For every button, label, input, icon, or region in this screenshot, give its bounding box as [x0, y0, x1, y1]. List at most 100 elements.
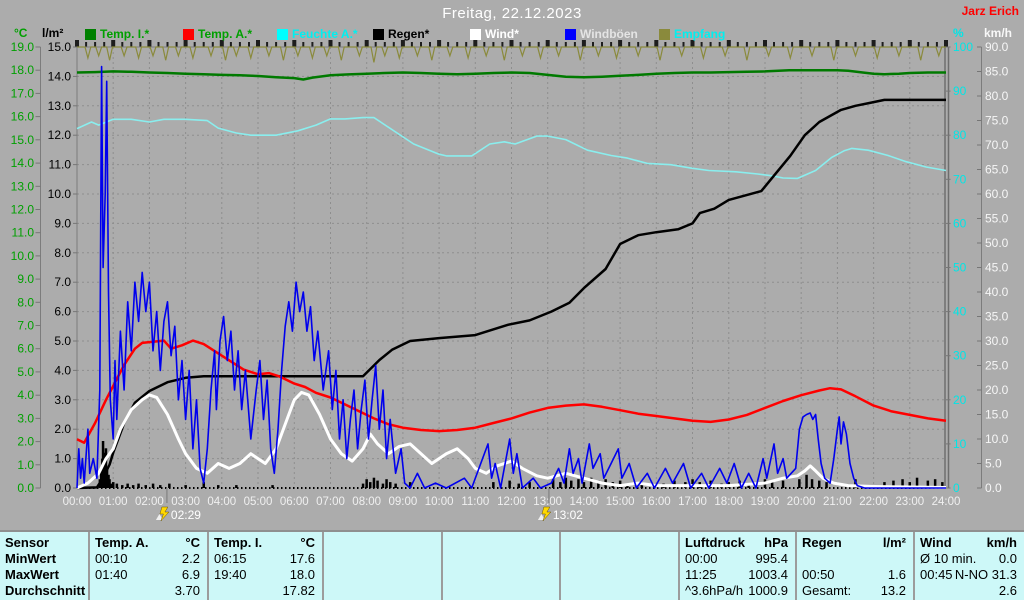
axis-rain_lm2-tick-label: 7.0 [54, 275, 71, 289]
summary-header-empty-3 [561, 535, 678, 551]
summary-col-labels: Sensor MinWert MaxWert Durchschnitt [0, 532, 88, 600]
summary-value-row: 06:15 17.6 [214, 551, 315, 566]
axis-temp_c-tick-label: 7.0 [17, 319, 34, 333]
axis-x: 00:00 01:00 02:00 03:00 04:00 05:00 06:00 07:00… [63, 496, 961, 508]
axis-x-tick-label: 16:00 [642, 496, 671, 508]
summary-value-row [561, 583, 678, 599]
unit-label-lm2: l/m² [42, 26, 64, 40]
summary-col-wind: Wind km/h Ø 10 min. 0.0 00:45 N-NO 31.3 2.6 [913, 532, 1024, 600]
legend-swatch-temp-a [183, 28, 194, 40]
axis-x-tick-label: 21:00 [823, 496, 852, 508]
summary-header-regen: Regen l/m² [802, 535, 906, 550]
axis-wind_kmh-tick-label: 75.0 [985, 114, 1009, 128]
summary-header-luftdruck: Luftdruck hPa [685, 535, 788, 550]
axis-x-tick-label: 18:00 [714, 496, 743, 508]
axis-temp_c-tick-label: 10.0 [11, 249, 35, 263]
axis-temp_c-tick-label: 16.0 [11, 110, 35, 124]
axis-rain_lm2-tick-label: 4.0 [54, 363, 71, 377]
axis-wind_kmh-tick-label: 0.0 [985, 481, 1002, 495]
summary-value-row [561, 567, 678, 583]
series-empfang [77, 46, 946, 63]
axis-wind_kmh-tick-label: 20.0 [985, 383, 1009, 397]
legend-label-temp-a: Temp. A.* [198, 27, 253, 41]
axis-x-tick-label: 05:00 [244, 496, 273, 508]
axis-x-tick-label: 20:00 [787, 496, 816, 508]
axis-temp_c-tick-label: 15.0 [11, 133, 35, 147]
summary-col-empty-3 [559, 532, 678, 600]
axis-wind_kmh-tick-label: 30.0 [985, 334, 1009, 348]
summary-header-temp-a: Temp. A. °C [95, 535, 200, 550]
axis-x-tick-label: 08:00 [352, 496, 381, 508]
axis-humidity_pct-tick-label: 50 [953, 261, 967, 275]
axis-x-tick-label: 01:00 [99, 496, 128, 508]
axis-humidity_pct-tick-label: 30 [953, 349, 967, 363]
axis-rain_lm2-tick-label: 9.0 [54, 216, 71, 230]
axis-humidity_pct-tick-label: 100 [953, 40, 973, 54]
summary-value-row: Gesamt: 13.2 [802, 583, 906, 598]
summary-value-row [443, 567, 559, 583]
summary-header-empty-2 [443, 535, 559, 551]
legend-item-empfang: Empfang [659, 27, 725, 41]
axis-x-tick-label: 19:00 [751, 496, 780, 508]
legend-label-empfang: Empfang [674, 27, 726, 41]
axis-temp_c-tick-label: 4.0 [17, 388, 34, 402]
summary-col-temp-i: Temp. I. °C 06:15 17.6 19:40 18.0 17.82 [207, 532, 322, 600]
axis-temp_c-tick-label: 12.0 [11, 203, 35, 217]
axis-wind_kmh-tick-label: 65.0 [985, 163, 1009, 177]
unit-label-celsius: °C [14, 26, 28, 40]
legend-item-feuchte-a: Feuchte A.* [277, 27, 358, 41]
axis-wind_kmh-tick-label: 50.0 [985, 236, 1009, 250]
legend-label-windboeen: Windböen [580, 27, 638, 41]
legend-item-temp-a: Temp. A.* [183, 27, 252, 41]
axis-humidity_pct-tick-label: 10 [953, 437, 967, 451]
axis-rain_lm2-tick-label: 3.0 [54, 393, 71, 407]
axis-temp_c-tick-label: 8.0 [17, 295, 34, 309]
summary-panel: Sensor MinWert MaxWert Durchschnitt Temp. A.… [0, 530, 1024, 600]
axis-temp_c-tick-label: 6.0 [17, 342, 34, 356]
weather-chart-svg: 0.0 1.0 2.0 3.0 4.0 5.0 6.0 7.0 8.0 9.0 10.0 11.0 12… [11, 40, 1009, 522]
axis-x-tick-label: 06:00 [280, 496, 309, 508]
legend-item-windboeen: Windböen [565, 27, 638, 41]
axis-wind_kmh-tick-label: 55.0 [985, 212, 1009, 226]
summary-value-row: 2.6 [998, 583, 1017, 598]
page-title: Freitag, 22.12.2023 [442, 5, 582, 22]
axis-x-tick-label: 11:00 [461, 496, 489, 508]
axis-x-tick-label: 22:00 [859, 496, 888, 508]
axis-x-tick-label: 09:00 [389, 496, 418, 508]
summary-col-empty-1 [322, 532, 441, 600]
summary-col-temp-a: Temp. A. °C 00:10 2.2 01:40 6.9 3.70 [88, 532, 207, 600]
axis-temp_c: 0.0 1.0 2.0 3.0 4.0 5.0 6.0 7.0 8.0 9.0 10.0 11.0 12… [11, 40, 41, 495]
summary-col-luftdruck: Luftdruck hPa 00:00 995.4 11:25 1003.4 ^3.6hPa… [678, 532, 795, 600]
summary-value-row: 01:40 6.9 [95, 567, 200, 582]
summary-value-row [797, 551, 913, 567]
weather-station-dashboard: 0.0 1.0 2.0 3.0 4.0 5.0 6.0 7.0 8.0 9.0 10.0 11.0 12… [0, 0, 1024, 600]
summary-header-wind: Wind km/h [920, 535, 1017, 550]
axis-humidity_pct-tick-label: 20 [953, 393, 967, 407]
axis-wind_kmh-tick-label: 70.0 [985, 138, 1009, 152]
axis-wind_kmh-tick-label: 90.0 [985, 40, 1009, 54]
axis-x-tick-label: 10:00 [425, 496, 454, 508]
axis-humidity_pct-tick-label: 60 [953, 216, 967, 230]
axis-humidity_pct-tick-label: 80 [953, 128, 967, 142]
axis-x-tick-label: 07:00 [316, 496, 345, 508]
legend-swatch-windboeen [565, 28, 576, 40]
axis-temp_c-tick-label: 13.0 [11, 179, 35, 193]
axis-humidity_pct-tick-label: 70 [953, 172, 967, 186]
unit-label-percent: % [953, 26, 964, 40]
author-label: Jarz Erich [961, 4, 1019, 18]
axis-wind_kmh-tick-label: 15.0 [985, 408, 1009, 422]
summary-value-row [561, 551, 678, 567]
axis-x-tick-label: 17:00 [678, 496, 707, 508]
axis-rain_lm2-tick-label: 8.0 [54, 246, 71, 260]
axis-rain_lm2: 0.0 1.0 2.0 3.0 4.0 5.0 6.0 7.0 8.0 9.0 10.0 11.0 12… [48, 40, 78, 495]
axis-rain_lm2-tick-label: 6.0 [54, 305, 71, 319]
axis-x-tick-label: 23:00 [895, 496, 924, 508]
axis-humidity_pct-tick-label: 40 [953, 305, 967, 319]
summary-row-label: Sensor [5, 535, 50, 550]
summary-col-regen: Regen l/m² 00:50 1.6 Gesamt: 13.2 [795, 532, 913, 600]
summary-value-row: 11:25 1003.4 [685, 567, 788, 582]
summary-value-row [324, 567, 441, 583]
axis-rain_lm2-tick-label: 13.0 [48, 99, 72, 113]
axis-x-tick-label: 15:00 [606, 496, 635, 508]
legend-swatch-temp-i [85, 28, 96, 40]
